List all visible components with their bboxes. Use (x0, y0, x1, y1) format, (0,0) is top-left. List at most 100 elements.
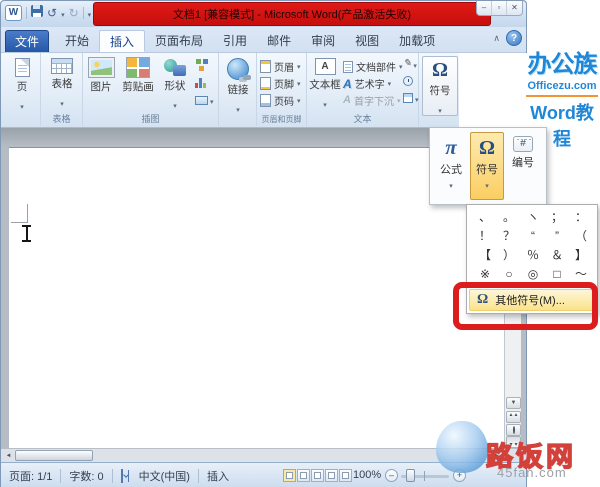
minimize-button[interactable]: – (477, 1, 492, 15)
symbol-cell[interactable]: ヽ (521, 208, 545, 227)
symbol-cell[interactable]: ！ (473, 227, 497, 246)
tab-home[interactable]: 开始 (55, 30, 99, 52)
tab-file[interactable]: 文件 (5, 30, 49, 52)
help-button[interactable]: ? (506, 30, 522, 46)
shapes-button[interactable]: 形状 (159, 56, 191, 113)
horizontal-scroll-thumb[interactable] (15, 450, 93, 461)
symbol-cell[interactable]: ； (545, 208, 569, 227)
object-button[interactable] (403, 91, 419, 105)
screenshot-button[interactable] (195, 93, 214, 107)
spell-check-button[interactable] (113, 470, 131, 482)
picture-button[interactable]: 图片 (85, 56, 117, 94)
web-layout-view-button[interactable] (311, 469, 324, 482)
qat-customize-icon[interactable] (88, 4, 92, 22)
quick-parts-button[interactable]: 文档部件 (343, 58, 403, 75)
print-layout-view-button[interactable] (283, 469, 296, 482)
draft-view-button[interactable] (339, 469, 352, 482)
object-icon (403, 93, 413, 103)
screenshot-icon (195, 96, 208, 105)
wordart-button[interactable]: A 艺术字 (343, 75, 403, 92)
symbol-cell[interactable]: ： (569, 208, 593, 227)
symbol-cell[interactable]: 【 (473, 246, 497, 265)
table-button[interactable]: 表格 (45, 56, 79, 111)
symbol-cell[interactable]: ？ (497, 227, 521, 246)
signature-line-button[interactable]: ✎ (403, 57, 417, 71)
dropdown-icon (236, 99, 240, 117)
group-illustrations: 图片 剪贴画 形状 插图 (83, 53, 219, 126)
dropdown-icon (297, 78, 301, 89)
page-number-icon (260, 94, 271, 107)
header-label: 页眉 (274, 59, 294, 74)
scroll-left-button[interactable]: ◄ (2, 450, 15, 462)
textbox-button[interactable]: A 文本框 (309, 56, 341, 112)
close-button[interactable]: ✕ (507, 1, 522, 15)
zoom-slider-thumb[interactable] (406, 469, 415, 482)
header-button[interactable]: 页眉 (260, 58, 301, 75)
word-window: W ↺ ↻ 文档1 [兼容模式] - Microsoft Word(产品激活失败… (0, 0, 527, 487)
horizontal-scrollbar[interactable]: ◄ ► (1, 448, 504, 462)
group-symbols: Ω 符号 (419, 53, 463, 126)
outline-view-button[interactable] (325, 469, 338, 482)
symbol-button[interactable]: Ω 符号 (470, 132, 504, 200)
date-time-button[interactable] (403, 74, 413, 88)
smartart-icon (196, 59, 201, 64)
scroll-down-button[interactable]: ▼ (506, 397, 521, 409)
page-number-button[interactable]: 页码 (260, 92, 301, 109)
margin-crop-mark (11, 222, 28, 223)
tab-mailings[interactable]: 邮件 (257, 30, 301, 52)
symbol-cell[interactable]: ） (497, 246, 521, 265)
margin-crop-mark (27, 204, 28, 223)
tab-references[interactable]: 引用 (213, 30, 257, 52)
links-button[interactable]: 链接 (222, 56, 254, 117)
symbol-cell[interactable]: “ (521, 227, 545, 246)
save-icon (31, 5, 43, 17)
tab-insert[interactable]: 插入 (99, 30, 145, 52)
page-icon (15, 58, 30, 77)
symbol-cell[interactable]: ＆ (545, 246, 569, 265)
45fan-site: 45fan.com (497, 465, 567, 480)
equation-button[interactable]: π 公式 (434, 132, 468, 200)
word-count[interactable]: 字数: 0 (61, 468, 111, 484)
tab-page-layout[interactable]: 页面布局 (145, 30, 213, 52)
page-number-label: 页码 (274, 93, 294, 108)
maximize-button[interactable]: ▫ (492, 1, 507, 15)
collapse-ribbon-icon[interactable]: ∧ (493, 33, 500, 44)
tab-review[interactable]: 审阅 (301, 30, 345, 52)
zoom-out-button[interactable]: – (385, 469, 398, 482)
symbol-group-button[interactable]: Ω 符号 (422, 56, 458, 116)
language-indicator[interactable]: 中文(中国) (131, 468, 198, 484)
undo-dropdown-icon[interactable] (61, 4, 65, 22)
window-controls: – ▫ ✕ (476, 1, 523, 16)
clipart-button[interactable]: 剪贴画 (119, 56, 157, 94)
word-logo-icon[interactable]: W (5, 5, 22, 21)
chart-button[interactable] (195, 75, 208, 89)
zoom-level[interactable]: 100% (353, 469, 381, 481)
header-icon (260, 60, 271, 73)
tab-addins[interactable]: 加载项 (389, 30, 445, 52)
dropdown-icon (388, 78, 392, 89)
insert-mode-indicator[interactable]: 插入 (199, 468, 237, 484)
table-label: 表格 (52, 76, 73, 91)
redo-button[interactable]: ↻ (69, 5, 79, 21)
dropdown-icon (323, 94, 327, 112)
symbol-cell[interactable]: ” (545, 227, 569, 246)
undo-button[interactable]: ↺ (47, 5, 57, 21)
pages-button[interactable]: 页 (5, 56, 39, 114)
omega-icon: Ω (432, 59, 448, 81)
save-button[interactable] (31, 5, 43, 21)
symbol-cell[interactable]: ％ (521, 246, 545, 265)
page-indicator[interactable]: 页面: 1/1 (1, 468, 60, 484)
pi-icon: π (445, 136, 456, 159)
pen-icon: ✎ (403, 59, 411, 69)
symbol-cell[interactable]: 。 (497, 208, 521, 227)
pages-label: 页 (17, 79, 28, 94)
dropdown-icon (438, 100, 442, 118)
smartart-button[interactable] (195, 57, 209, 71)
symbol-cell[interactable]: 】 (569, 246, 593, 265)
symbol-label: 符号 (476, 161, 498, 177)
tab-view[interactable]: 视图 (345, 30, 389, 52)
symbol-cell[interactable]: 、 (473, 208, 497, 227)
full-screen-reading-view-button[interactable] (297, 469, 310, 482)
footer-button[interactable]: 页脚 (260, 75, 301, 92)
symbol-cell[interactable]: （ (569, 227, 593, 246)
